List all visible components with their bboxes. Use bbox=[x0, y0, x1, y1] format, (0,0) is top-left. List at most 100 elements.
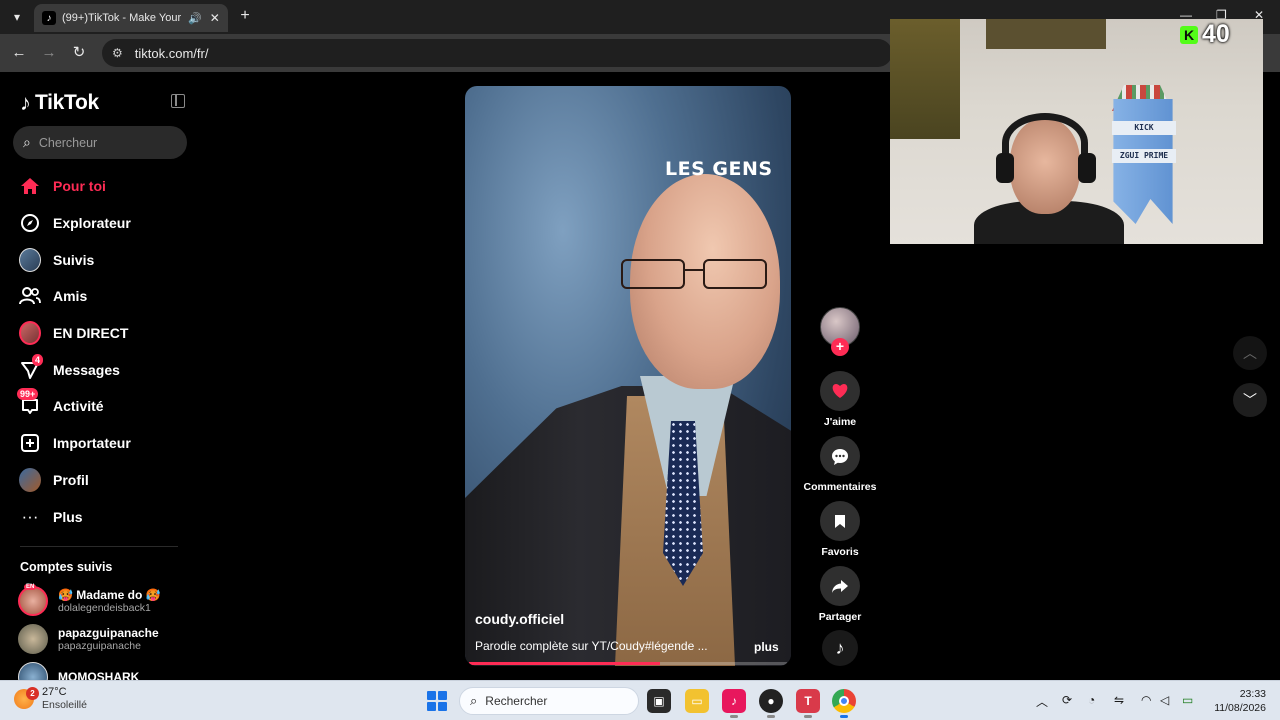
clock-time: 23:33 bbox=[1239, 688, 1266, 700]
weather-badge: 2 bbox=[26, 687, 39, 700]
more-icon: ··· bbox=[21, 506, 39, 526]
tiktok-logo[interactable]: ♪ TikTok bbox=[20, 90, 99, 116]
messages-icon: 4 bbox=[19, 353, 44, 381]
upload-icon bbox=[19, 432, 41, 454]
live-avatar bbox=[19, 321, 41, 346]
webcam-background-shelf bbox=[986, 19, 1106, 49]
sidebar-item-label: EN DIRECT bbox=[53, 325, 129, 342]
account-avatar: EN bbox=[18, 584, 48, 616]
sidebar-item-suivis[interactable]: Suivis bbox=[0, 241, 200, 278]
sidebar-item-label: Importateur bbox=[53, 435, 131, 452]
activity-badge: 99+ bbox=[17, 388, 39, 401]
video-author-username[interactable]: coudy.officiel bbox=[475, 611, 564, 627]
sidebar-divider bbox=[20, 546, 178, 547]
sidebar-item-importateur[interactable]: Importateur bbox=[0, 425, 200, 462]
address-bar[interactable]: ⚙ tiktok.com/fr/ bbox=[102, 39, 892, 67]
obs-icon[interactable]: ● bbox=[759, 689, 783, 718]
video-progress-bar[interactable] bbox=[469, 662, 787, 665]
sun-icon: 2 bbox=[14, 687, 39, 709]
windows-taskbar: 2 27°C Ensoleillé ⌕ Rechercher ▣ ▭ ♪ ● T… bbox=[0, 680, 1280, 720]
video-frame-glasses bbox=[621, 259, 771, 293]
sidebar-item-plus[interactable]: ··· Plus bbox=[0, 498, 200, 535]
sidebar-item-explorateur[interactable]: Explorateur bbox=[0, 205, 200, 242]
bookmark-icon[interactable] bbox=[820, 501, 860, 541]
sidebar-item-en-direct[interactable]: EN DIRECT bbox=[0, 315, 200, 352]
tab-title: (99+)TikTok - Make Your Da bbox=[62, 12, 182, 24]
heart-icon[interactable] bbox=[820, 371, 860, 411]
description-more-link[interactable]: plus bbox=[754, 640, 779, 654]
search-box[interactable]: ⌕ bbox=[13, 126, 187, 159]
weather-widget[interactable]: 2 27°C Ensoleillé bbox=[14, 686, 87, 712]
activity-icon: 99+ bbox=[17, 388, 41, 417]
file-explorer-icon[interactable]: ▭ bbox=[685, 689, 709, 713]
video-description: Parodie complète sur YT/Coudy#légende ..… bbox=[475, 639, 708, 653]
account-avatar bbox=[18, 662, 48, 680]
video-progress-fill bbox=[469, 662, 660, 665]
scroll-up-button[interactable]: ︿ bbox=[1233, 336, 1267, 370]
account-name: papazguipanache bbox=[58, 626, 159, 640]
video-player[interactable]: LES GENS coudy.officiel Parodie complète… bbox=[465, 86, 791, 666]
sidebar-item-pour-toi[interactable]: Pour toi bbox=[0, 168, 200, 205]
live-badge: EN bbox=[24, 584, 37, 590]
friends-icon bbox=[19, 285, 41, 307]
volume-icon[interactable]: ◁ bbox=[1160, 693, 1169, 707]
follow-plus-button[interactable]: + bbox=[831, 338, 849, 356]
sidebar-nav: Pour toi Explorateur Suivis Amis EN DIRE… bbox=[0, 168, 200, 535]
followed-account[interactable]: MOMOSHARK bbox=[18, 662, 139, 680]
sync-icon[interactable]: ⟳ bbox=[1062, 693, 1072, 707]
compass-icon bbox=[19, 212, 41, 234]
temperature: 27°C bbox=[42, 686, 67, 698]
show-hidden-icons-chevron-icon[interactable]: ︿ bbox=[1036, 693, 1048, 710]
task-view-icon[interactable]: ▣ bbox=[647, 689, 671, 713]
windows-start-icon[interactable] bbox=[427, 691, 447, 711]
search-input[interactable] bbox=[38, 135, 159, 150]
like-label: J'aime bbox=[823, 416, 857, 428]
collapse-sidebar-icon[interactable] bbox=[171, 94, 185, 108]
site-info-icon[interactable]: ⚙ bbox=[112, 46, 123, 60]
sidebar-item-profil[interactable]: Profil bbox=[0, 462, 200, 499]
new-tab-button[interactable]: + bbox=[236, 7, 254, 25]
sidebar-item-activite[interactable]: 99+ Activité bbox=[0, 388, 200, 425]
forward-arrow-icon[interactable]: → bbox=[38, 42, 60, 64]
share-label: Partager bbox=[818, 611, 862, 623]
scarf-text-top: KICK bbox=[1112, 121, 1176, 135]
close-tab-icon[interactable]: ✕ bbox=[210, 11, 220, 25]
followed-account[interactable]: papazguipanache papazguipanache bbox=[18, 624, 159, 654]
tiktok-app-icon[interactable]: ♪ bbox=[722, 689, 746, 718]
reload-icon[interactable]: ↻ bbox=[68, 42, 90, 64]
scroll-down-button[interactable]: ﹀ bbox=[1233, 383, 1267, 417]
kick-logo-icon: K bbox=[1180, 25, 1198, 44]
clock-date: 11/08/2026 bbox=[1214, 702, 1266, 714]
search-icon: ⌕ bbox=[23, 134, 31, 150]
comment-icon[interactable] bbox=[820, 436, 860, 476]
battery-icon[interactable]: ▭ bbox=[1182, 693, 1193, 707]
chrome-icon[interactable] bbox=[832, 689, 856, 718]
comment-label: Commentaires bbox=[803, 481, 877, 493]
followed-account[interactable]: EN 🥵 Madame do 🥵 dolalegendeisback1 bbox=[18, 584, 161, 616]
tab-search-menu-button[interactable]: ▾ bbox=[6, 6, 28, 28]
speaker-icon[interactable]: 🔊 bbox=[188, 12, 202, 25]
share-action[interactable]: Partager bbox=[800, 566, 880, 623]
browser-tab-tiktok[interactable]: ♪ (99+)TikTok - Make Your Da 🔊 ✕ bbox=[34, 4, 228, 32]
followed-accounts-title: Comptes suivis bbox=[20, 560, 113, 574]
share-icon[interactable] bbox=[820, 566, 860, 606]
system-clock[interactable]: 23:33 11/08/2026 bbox=[1208, 687, 1266, 715]
sidebar-item-amis[interactable]: Amis bbox=[0, 278, 200, 315]
tiktok-logo-text: TikTok bbox=[35, 91, 99, 114]
sidebar-item-label: Amis bbox=[53, 288, 88, 305]
sidebar-item-messages[interactable]: 4 Messages bbox=[0, 351, 200, 388]
music-disc-icon[interactable]: ♪ bbox=[822, 630, 858, 666]
comment-action[interactable]: Commentaires bbox=[800, 436, 880, 493]
taskbar-search[interactable]: ⌕ Rechercher bbox=[459, 687, 639, 715]
back-arrow-icon[interactable]: ← bbox=[8, 42, 30, 64]
streaming-app-icon[interactable]: T bbox=[796, 689, 820, 718]
tiktok-sidebar: ♪ TikTok ⌕ Pour toi Explorateur Suivis bbox=[0, 72, 200, 680]
viewer-count: 40 bbox=[1202, 20, 1230, 48]
security-icon[interactable]: ◔ bbox=[1088, 693, 1095, 707]
network-activity-icon[interactable]: ⇋ bbox=[1114, 693, 1124, 707]
favorite-action[interactable]: Favoris bbox=[800, 501, 880, 558]
taskbar-search-placeholder: Rechercher bbox=[485, 694, 548, 708]
wifi-icon[interactable]: ◠ bbox=[1141, 693, 1151, 707]
like-action[interactable]: J'aime bbox=[800, 371, 880, 428]
scarf-text-bottom: ZGUI PRIME bbox=[1112, 149, 1176, 163]
